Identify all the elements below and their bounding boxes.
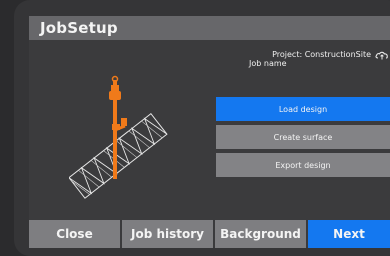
project-name: Project: ConstructionSite: [272, 50, 371, 59]
load-design-button[interactable]: Load design: [216, 97, 390, 121]
job-history-button[interactable]: Job history: [122, 220, 213, 248]
close-button[interactable]: Close: [29, 220, 120, 248]
excavator-design-icon: [69, 75, 168, 199]
app-screen: JobSetup Project: ConstructionSite Job n…: [29, 16, 390, 248]
title-bar: JobSetup: [29, 16, 390, 40]
bottom-button-bar: Close Job history Background Next: [29, 220, 390, 248]
project-info: Project: ConstructionSite Job name: [241, 50, 371, 68]
next-button[interactable]: Next: [308, 220, 390, 248]
window-title: JobSetup: [40, 19, 118, 37]
job-name-label: Job name: [249, 59, 287, 68]
create-surface-button[interactable]: Create surface: [216, 125, 390, 149]
export-design-button[interactable]: Export design: [216, 153, 390, 177]
cloud-sync-icon[interactable]: [375, 50, 389, 60]
background-button[interactable]: Background: [215, 220, 306, 248]
